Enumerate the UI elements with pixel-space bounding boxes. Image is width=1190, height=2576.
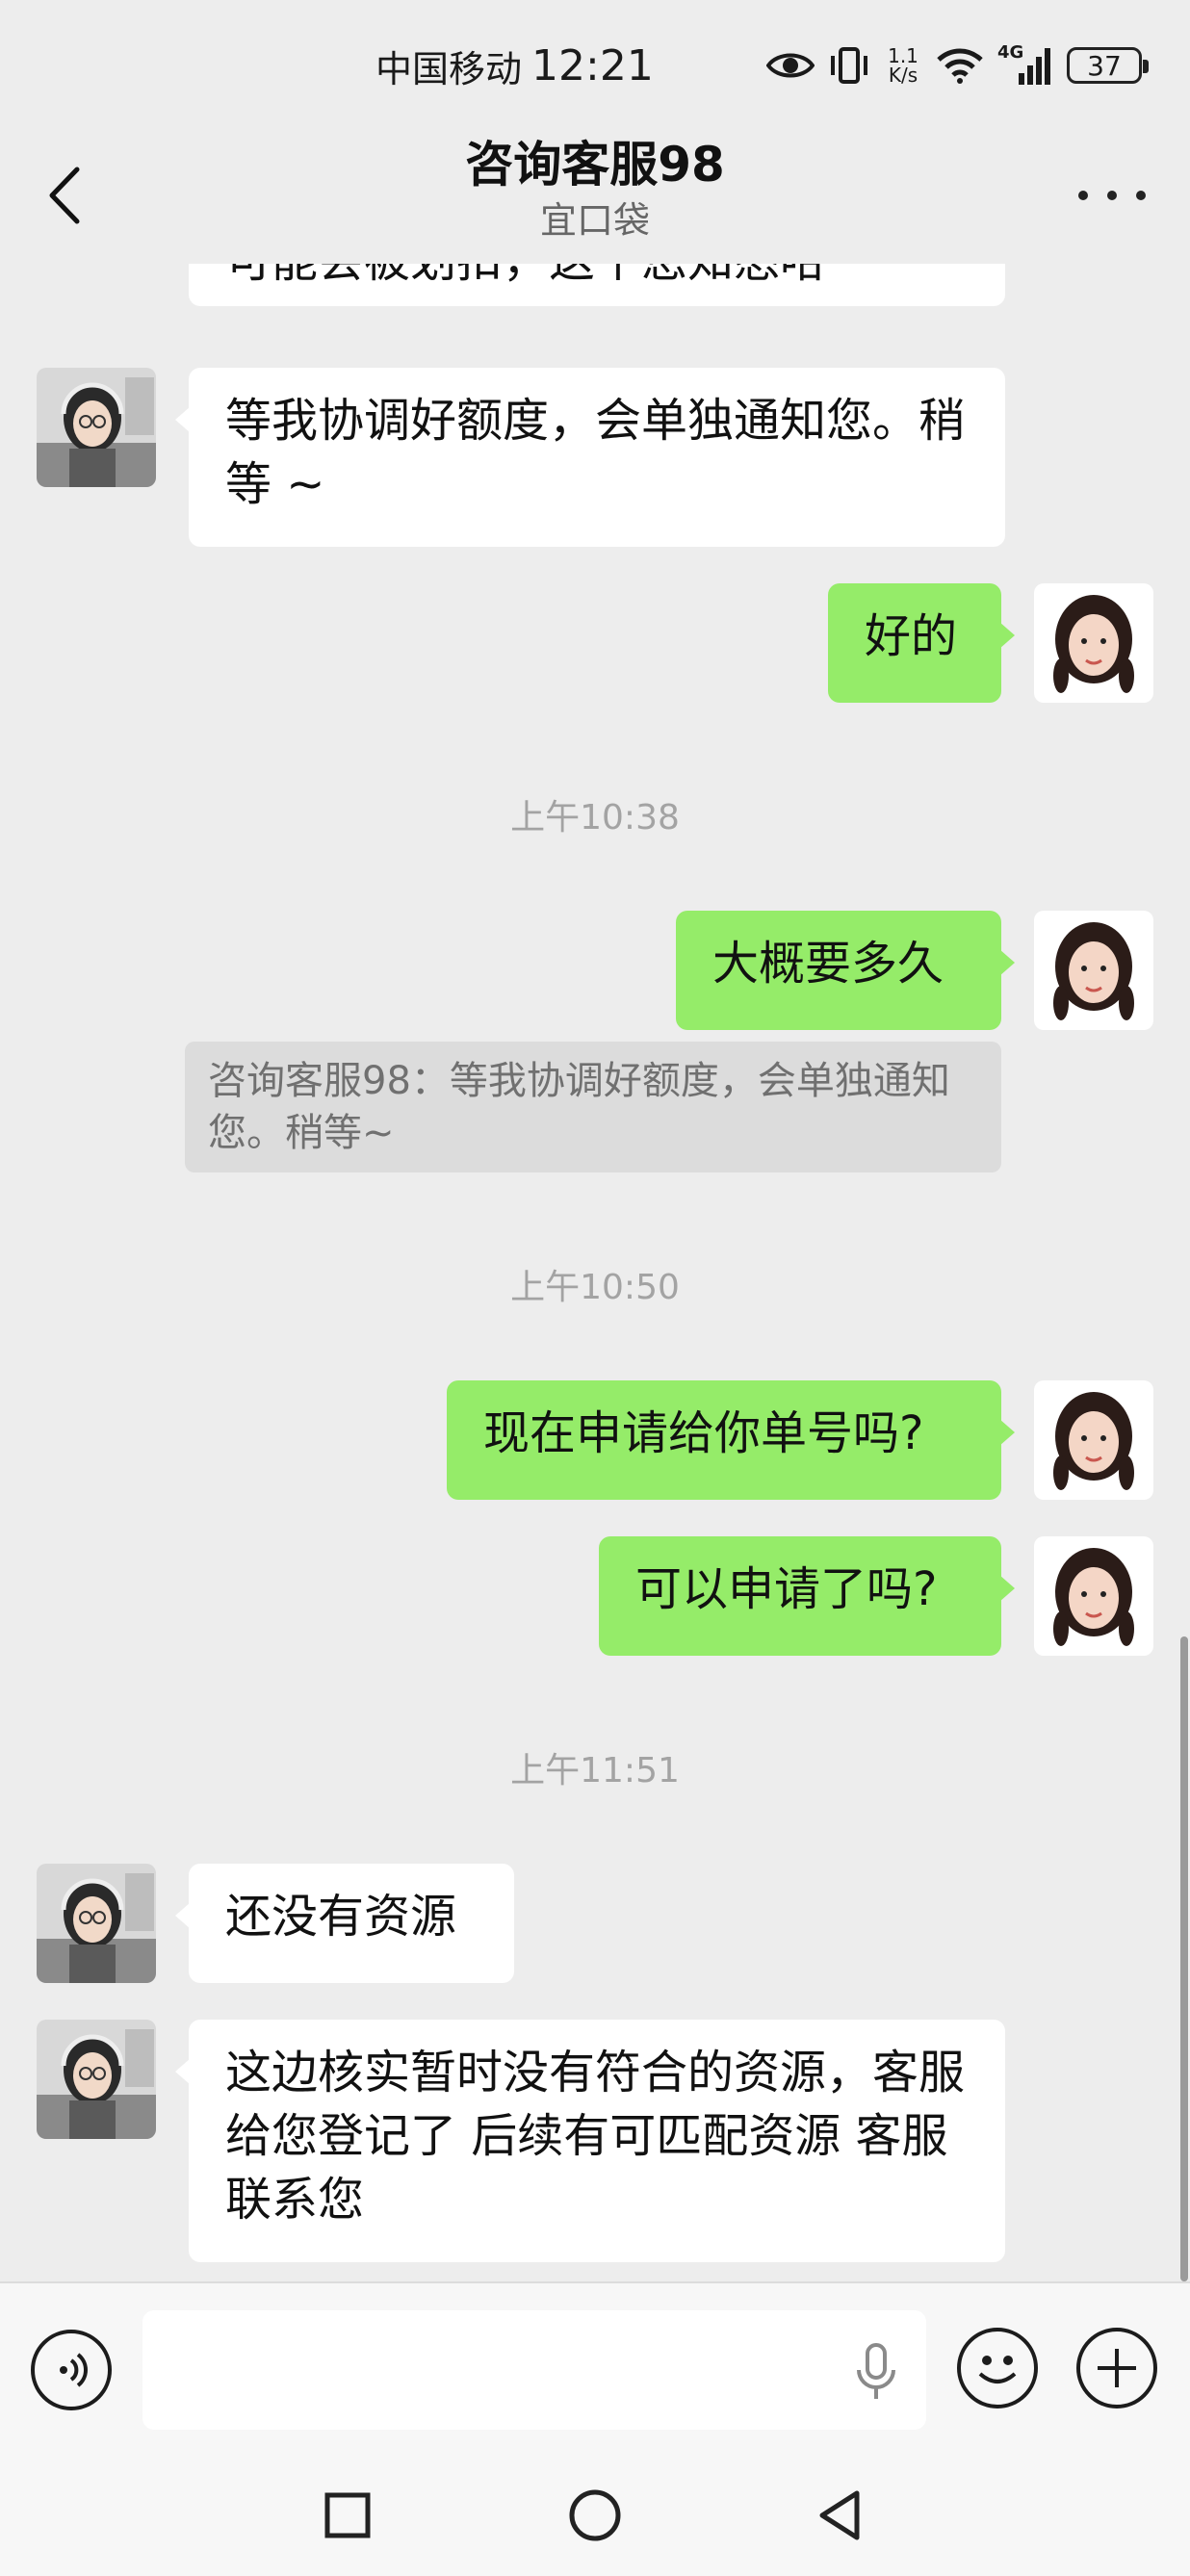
signal-bars-icon xyxy=(1019,48,1050,85)
voice-icon[interactable] xyxy=(31,2330,112,2410)
chat-header: 咨询客服98 宜口袋 xyxy=(0,131,1190,264)
wifi-icon xyxy=(937,48,983,84)
chat-screen: 中国移动 12:21 1.1 K/s 4G 37 咨询客服98 宜口袋 等我协调… xyxy=(0,0,1190,2576)
more-dots-icon[interactable] xyxy=(1078,181,1146,210)
clock: 12:21 xyxy=(531,40,654,90)
avatar-self[interactable] xyxy=(1034,911,1153,1030)
message-bubble-sent[interactable]: 大概要多久 xyxy=(676,911,1015,1030)
message-text: 好的 xyxy=(865,609,958,663)
status-left: 中国移动 12:21 xyxy=(375,37,654,94)
chat-subtitle: 宜口袋 xyxy=(539,199,650,242)
plus-mark xyxy=(1098,2349,1136,2387)
timestamp: 上午10:38 xyxy=(510,798,680,837)
battery-indicator: 37 xyxy=(1067,47,1149,84)
microphone-icon[interactable] xyxy=(851,2343,901,2401)
dot xyxy=(1078,191,1088,200)
net-speed-value: 1.1 xyxy=(888,44,918,67)
message-list[interactable]: 可能会被划扣，这个您知悉哈 等我协调好额度，会单独通知您。稍等 ~ 好的 xyxy=(0,264,1190,2281)
message-bubble-sent[interactable]: 可以申请了吗? xyxy=(599,1536,1015,1656)
timestamp: 上午11:51 xyxy=(510,1751,680,1790)
message-text: 现在申请给你单号吗? xyxy=(483,1406,924,1460)
square-icon[interactable] xyxy=(314,2482,381,2549)
avatar-agent[interactable] xyxy=(37,368,156,487)
emoji-icon[interactable] xyxy=(957,2328,1038,2409)
message-bubble-received[interactable]: 等我协调好额度，会单独通知您。稍等 ~ xyxy=(175,368,1005,547)
message-text: 还没有资源 xyxy=(225,1890,457,1944)
triangle-back-icon[interactable] xyxy=(807,2482,874,2549)
message-text: 可以申请了吗? xyxy=(635,1562,938,1616)
system-nav-bar xyxy=(0,2455,1190,2576)
quoted-message[interactable]: 咨询客服98：等我协调好额度，会单独通知您。稍等~ xyxy=(185,1042,1001,1172)
dot xyxy=(1107,191,1117,200)
scrollbar[interactable] xyxy=(1180,1636,1188,2281)
carrier-label: 中国移动 xyxy=(375,47,523,90)
message-bubble-sent[interactable]: 好的 xyxy=(828,583,1015,703)
message-bubble-received[interactable]: 还没有资源 xyxy=(175,1864,514,1983)
message-text: 可能会被划扣，这个您知悉哈 xyxy=(225,264,826,293)
message-text: 等我协调好额度，会单独通知您。稍等 ~ xyxy=(225,394,966,511)
message-text: 大概要多久 xyxy=(712,937,944,991)
cellular-signal: 4G xyxy=(997,42,1053,87)
quote-text: 咨询客服98：等我协调好额度，会单独通知您。稍等~ xyxy=(208,1059,950,1155)
net-speed-unit: K/s xyxy=(888,64,918,87)
status-bar: 中国移动 12:21 1.1 K/s 4G 37 xyxy=(0,0,1190,131)
avatar-self[interactable] xyxy=(1034,583,1153,703)
avatar-agent[interactable] xyxy=(37,2020,156,2139)
net-speed: 1.1 K/s xyxy=(884,46,922,85)
status-right: 1.1 K/s 4G 37 xyxy=(766,35,1149,96)
message-bubble-received[interactable]: 可能会被划扣，这个您知悉哈 xyxy=(189,264,1005,306)
voice-waves xyxy=(60,2353,88,2387)
avatar-self[interactable] xyxy=(1034,1380,1153,1500)
dot xyxy=(1136,191,1146,200)
message-bubble-sent[interactable]: 现在申请给你单号吗? xyxy=(447,1380,1015,1500)
circle-icon[interactable] xyxy=(561,2482,629,2549)
message-bubble-received[interactable]: 这边核实暂时没有符合的资源，客服给您登记了 后续有可匹配资源 客服联系您 xyxy=(175,2020,1005,2262)
smiley-face xyxy=(978,2356,1017,2383)
plus-icon[interactable] xyxy=(1076,2328,1157,2409)
avatar-self[interactable] xyxy=(1034,1536,1153,1656)
vibrate-icon xyxy=(831,47,867,84)
eye-icon xyxy=(766,53,815,78)
message-input[interactable] xyxy=(142,2310,926,2430)
input-bar xyxy=(0,2281,1190,2455)
chat-title: 咨询客服98 xyxy=(465,137,725,193)
avatar-agent[interactable] xyxy=(37,1864,156,1983)
message-text: 这边核实暂时没有符合的资源，客服给您登记了 后续有可匹配资源 客服联系您 xyxy=(225,2046,966,2227)
timestamp: 上午10:50 xyxy=(510,1268,680,1307)
